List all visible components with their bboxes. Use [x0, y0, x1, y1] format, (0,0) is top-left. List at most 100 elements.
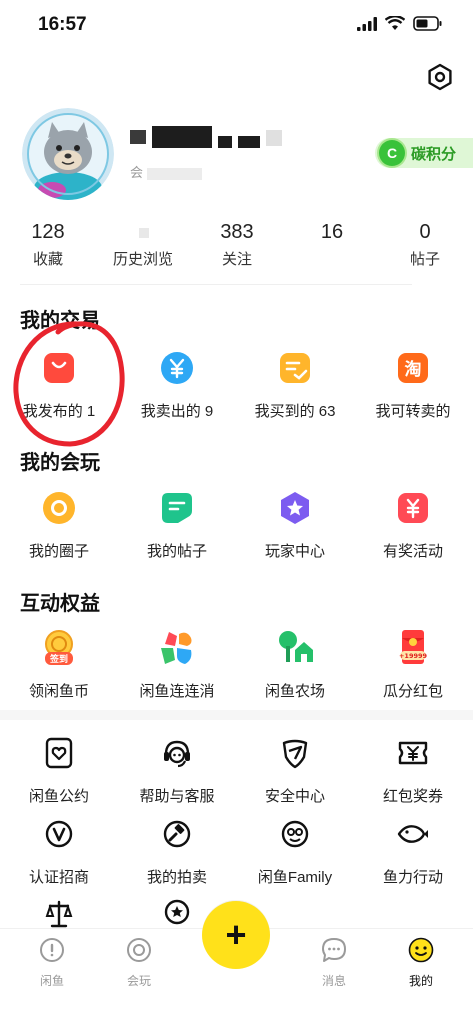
stat-label: 帖子 [409, 251, 440, 268]
benefit-item-label: 闲鱼连连消 [139, 683, 215, 700]
benefit-item-match-game[interactable]: 闲鱼连连消 [118, 628, 236, 701]
stat-value: 0 [419, 221, 431, 243]
bag-icon [39, 348, 79, 388]
stat-posts[interactable]: 0 帖子 [375, 220, 473, 269]
tool-item-label: 安全中心 [264, 788, 325, 805]
tool-item-label: 我的拍卖 [146, 869, 207, 886]
post-icon [157, 488, 197, 528]
trade-item-sold[interactable]: 我卖出的 9 [118, 348, 236, 421]
stat-favorites[interactable]: 128 收藏 [0, 220, 98, 269]
play-item-player-center[interactable]: 玩家中心 [236, 488, 354, 561]
tool-item-label: 认证招商 [28, 869, 89, 886]
tool-item-security[interactable]: 安全中心 [236, 733, 354, 806]
play-item-label: 玩家中心 [264, 543, 325, 560]
nav-label: 消息 [321, 974, 346, 988]
tool-item-label: 鱼力行动 [382, 869, 443, 886]
benefit-item-red-packet[interactable]: +19999 瓜分红包 [354, 628, 472, 701]
avatar-cat-astronaut-image [22, 108, 114, 200]
wifi-icon [385, 16, 405, 30]
play-item-circles[interactable]: 我的圈子 [0, 488, 118, 561]
battery-icon [413, 16, 442, 31]
benefit-item-farm[interactable]: 闲鱼农场 [236, 628, 354, 701]
benefit-item-coins[interactable]: 签到 领闲鱼币 [0, 628, 118, 701]
play-item-posts[interactable]: 我的帖子 [118, 488, 236, 561]
signal-icon [357, 16, 377, 31]
stats-row: 128 收藏 历史浏览 383 关注 16 0 帖子 [0, 220, 473, 270]
benefit-item-label: 瓜分红包 [382, 683, 443, 700]
carbon-label: 碳积分 [411, 145, 457, 163]
stat-followers[interactable]: 16 [282, 220, 382, 248]
trade-row: 我发布的 1 我卖出的 9 我买到的 63 淘 我可转卖的 [0, 348, 473, 428]
tool-item-label: 帮助与客服 [139, 788, 215, 805]
trade-item-label: 我发布的 1 [22, 403, 96, 420]
section-title-play: 我的会玩 [20, 452, 100, 474]
play-item-prize-events[interactable]: 有奖活动 [354, 488, 472, 561]
status-time: 16:57 [38, 14, 87, 35]
circle-icon [39, 488, 79, 528]
coupon-icon [393, 733, 433, 773]
match-game-icon [157, 628, 197, 668]
pact-icon [39, 733, 79, 773]
carbon-coin-icon: C [379, 140, 405, 166]
mine-icon [408, 937, 434, 963]
profile-card[interactable]: 会 C 碳积分 [22, 108, 473, 200]
scales-icon [39, 894, 79, 928]
status-bar: 16:57 [0, 0, 473, 50]
verified-icon [39, 814, 79, 854]
trade-item-resellable[interactable]: 淘 我可转卖的 [354, 348, 472, 421]
carbon-points-button[interactable]: C 碳积分 [375, 138, 473, 168]
stat-history[interactable]: 历史浏览 [93, 220, 193, 269]
nav-item-home[interactable]: 闲鱼 [12, 937, 92, 989]
stat-value-redacted [93, 220, 193, 244]
tool-item-auction[interactable]: 我的拍卖 [118, 814, 236, 887]
yuan-icon [157, 348, 197, 388]
benefit-item-label: 闲鱼农场 [264, 683, 325, 700]
play-icon [127, 938, 151, 962]
star-icon [275, 488, 315, 528]
medal-icon [157, 894, 197, 928]
trade-item-label: 我卖出的 9 [140, 403, 214, 420]
tool-item-family[interactable]: 闲鱼Family [236, 814, 354, 887]
tool-item-label: 闲鱼公约 [28, 788, 89, 805]
trade-item-published[interactable]: 我发布的 1 [0, 348, 118, 421]
nav-label: 我的 [408, 974, 433, 988]
tool-item-pact[interactable]: 闲鱼公约 [0, 733, 118, 806]
play-item-label: 我的帖子 [146, 543, 207, 560]
avatar[interactable] [22, 108, 114, 200]
tool-item-justice[interactable] [0, 894, 118, 928]
settings-hexagon-icon [428, 63, 452, 91]
nav-item-mine[interactable]: 我的 [381, 937, 461, 989]
tool-item-label: 红包奖券 [382, 788, 443, 805]
red-packet-badge-text: +19999 [399, 652, 428, 660]
benefit-item-label: 领闲鱼币 [28, 683, 89, 700]
play-item-label: 我的圈子 [28, 543, 89, 560]
fish-icon [393, 814, 433, 854]
svg-text:淘: 淘 [405, 359, 422, 380]
tool-item-label: 闲鱼Family [257, 869, 333, 886]
bottom-navigation: 闲鱼 会玩 + 消息 我的 [0, 901, 473, 1025]
nav-label: 闲鱼 [39, 974, 64, 988]
play-row: 我的圈子 我的帖子 玩家中心 有奖活动 [0, 488, 473, 568]
publish-fab-button[interactable]: + [202, 901, 270, 969]
section-title-trade: 我的交易 [20, 310, 100, 332]
tools-row-1: 闲鱼公约 帮助与客服 安全中心 红包奖券 [0, 733, 473, 813]
tool-item-verify[interactable]: 认证招商 [0, 814, 118, 887]
home-icon [40, 938, 64, 962]
nav-label: 会玩 [126, 974, 151, 988]
stat-value: 383 [220, 221, 254, 243]
red-packet-icon: +19999 [393, 628, 433, 668]
tools-row-2: 认证招商 我的拍卖 闲鱼Family 鱼力行动 [0, 814, 473, 894]
stat-following[interactable]: 383 关注 [187, 220, 287, 269]
status-icons [357, 16, 443, 31]
nav-item-messages[interactable]: 消息 [294, 937, 374, 989]
tool-item-help[interactable]: 帮助与客服 [118, 733, 236, 806]
shield-icon [275, 733, 315, 773]
check-note-icon [275, 348, 315, 388]
checkin-icon: 签到 [39, 628, 79, 668]
tool-item-fish-action[interactable]: 鱼力行动 [354, 814, 472, 887]
tool-item-coupons[interactable]: 红包奖券 [354, 733, 472, 806]
settings-button[interactable] [425, 62, 455, 92]
family-icon [275, 814, 315, 854]
nav-item-play[interactable]: 会玩 [99, 937, 179, 989]
trade-item-bought[interactable]: 我买到的 63 [236, 348, 354, 421]
